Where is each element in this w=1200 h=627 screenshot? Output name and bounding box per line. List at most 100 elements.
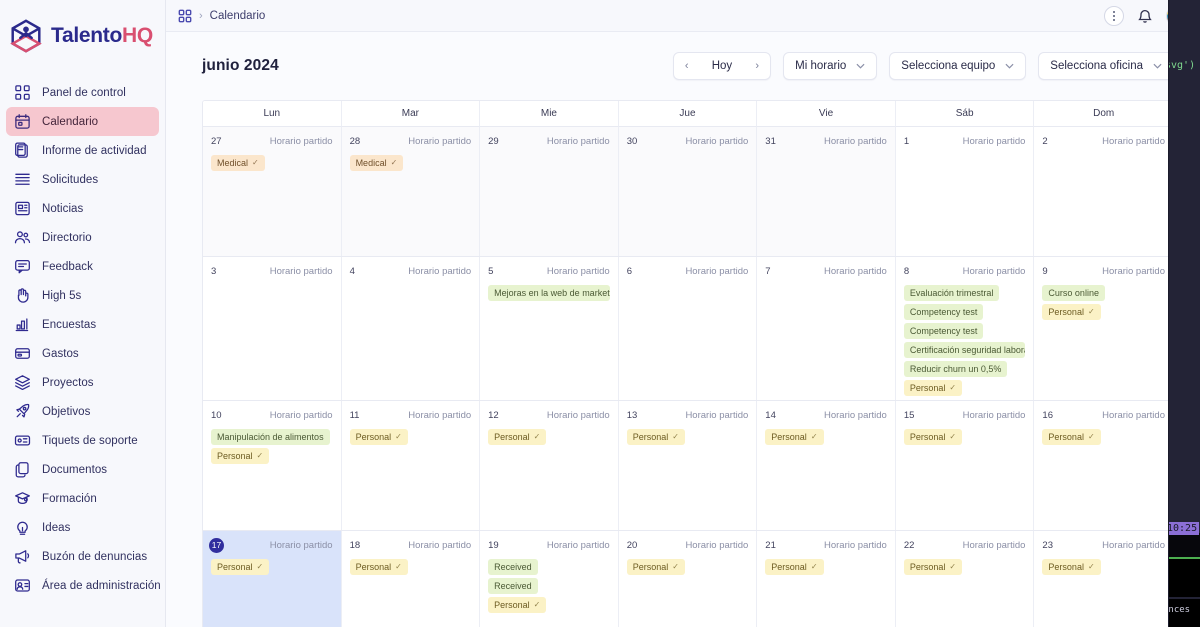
calendar-event-badge[interactable]: Personal ✓ [349,559,408,575]
grid-icon[interactable] [178,9,192,23]
sidebar-item-solicitudes[interactable]: Solicitudes [6,165,159,194]
calendar-day-cell[interactable]: 18 Horario partido Personal ✓ [341,531,481,627]
calendar-day-cell[interactable]: 22 Horario partido Personal ✓ [895,531,1035,627]
calendar-event-label: Medical [217,158,249,168]
sidebar-item-area-de-administracion[interactable]: Área de administración [6,571,161,600]
calendar-day-cell[interactable]: 27 Horario partido Medical ✓ [203,127,342,256]
office-select[interactable]: Selecciona oficina [1038,52,1174,80]
calendar-event-badge[interactable]: Personal ✓ [1042,559,1101,575]
calendar-day-cell[interactable]: 10 Horario partido Manipulación de aliment… [203,401,342,530]
calendar-event-badge[interactable]: Medical ✓ [349,155,404,171]
sidebar-item-panel-de-control[interactable]: Panel de control [6,78,159,107]
calendar-event-badge[interactable]: Personal ✓ [903,380,963,396]
today-button[interactable]: Hoy [700,60,744,72]
calendar-event-badge[interactable]: Certificación seguridad laboral [903,342,1026,358]
bell-icon[interactable] [1137,8,1153,24]
team-select[interactable]: Selecciona equipo [889,52,1027,80]
calendar-day-cell[interactable]: 9 Horario partido Curso online Personal ✓ [1034,257,1173,400]
day-number: 16 [1042,409,1053,421]
calendar-event-badge[interactable]: Personal ✓ [1042,304,1101,320]
sidebar-item-documentos[interactable]: Documentos [6,455,159,484]
sidebar-item-feedback[interactable]: Feedback [6,252,159,281]
calendar-event-badge[interactable]: Personal ✓ [211,559,270,575]
check-icon: ✓ [533,600,541,609]
calendar-day-cell[interactable]: 6 Horario partido [618,257,758,400]
sidebar-item-informe-de-actividad[interactable]: Informe de actividad [6,136,159,165]
calendar-event-badge[interactable]: Competency test [903,323,984,339]
breadcrumb-current[interactable]: Calendario [210,10,266,22]
calendar-event-badge[interactable]: Received [488,578,538,594]
calendar-event-badge[interactable]: Competency test [903,304,984,320]
calendar-event-badge[interactable]: Personal ✓ [765,429,824,445]
calendar-event-badge[interactable]: Mejoras en la web de marketing [488,285,610,301]
calendar-day-cell[interactable]: 30 Horario partido [618,127,758,256]
calendar-day-cell[interactable]: 3 Horario partido [203,257,342,400]
calendar-event-badge[interactable]: Received [488,559,538,575]
sidebar-item-label: Noticias [42,202,84,215]
calendar-day-cell[interactable]: 21 Horario partido Personal ✓ [757,531,896,627]
vertical-dots-icon[interactable] [1104,5,1124,26]
sidebar-item-objetivos[interactable]: Objetivos [6,397,159,426]
calendar-day-header: 1 Horario partido [904,134,1026,148]
calendar-day-cell[interactable]: 8 Horario partido Evaluación trimestral Com… [895,257,1035,400]
calendar-day-cell[interactable]: 17 Horario partido Personal ✓ [203,531,342,627]
sidebar-item-noticias[interactable]: Noticias [6,194,159,223]
calendar-event-badge[interactable]: Personal ✓ [626,559,685,575]
calendar-event-badge[interactable]: Manipulación de alimentos [211,429,330,445]
sidebar-item-ideas[interactable]: Ideas [6,513,159,542]
calendar-day-cell[interactable]: 15 Horario partido Personal ✓ [895,401,1035,530]
sidebar-item-tiquets-de-soporte[interactable]: Tiquets de soporte [6,426,159,455]
calendar-day-cell[interactable]: 28 Horario partido Medical ✓ [341,127,481,256]
calendar-day-cell[interactable]: 13 Horario partido Personal ✓ [618,401,758,530]
calendar-day-cell[interactable]: 7 Horario partido [757,257,896,400]
calendar-day-cell[interactable]: 11 Horario partido Personal ✓ [341,401,481,530]
sidebar-item-encuestas[interactable]: Encuestas [6,310,159,339]
calendar-event-badge[interactable]: Personal ✓ [903,559,963,575]
check-icon: ✓ [390,158,398,167]
calendar-day-cell[interactable]: 16 Horario partido Personal ✓ [1034,401,1173,530]
day-number: 14 [765,409,776,421]
calendar-day-cell[interactable]: 19 Horario partido Received Received Persona… [480,531,619,627]
shift-label: Horario partido [269,409,333,421]
calendar-event-badge[interactable]: Personal ✓ [765,559,824,575]
brand-logo[interactable]: TalentoHQ [0,0,165,72]
sidebar-item-high-5s[interactable]: High 5s [6,281,159,310]
calendar-event-badge[interactable]: Evaluación trimestral [903,285,1000,301]
calendar-event-badge[interactable]: Personal ✓ [626,429,685,445]
schedule-select[interactable]: Mi horario [783,52,878,80]
calendar-day-cell[interactable]: 20 Horario partido Personal ✓ [618,531,758,627]
calendar-day-cell[interactable]: 14 Horario partido Personal ✓ [757,401,896,530]
calendar-day-header: 10 Horario partido [211,408,333,422]
calendar-event-badge[interactable]: Medical ✓ [211,155,265,171]
calendar-day-cell[interactable]: 4 Horario partido [341,257,481,400]
prev-period-button[interactable]: ‹ [674,53,700,79]
sidebar-item-formacion[interactable]: Formación [6,484,159,513]
calendar-event-badge[interactable]: Reducir churn un 0,5% [903,361,1008,377]
calendar-event-badge[interactable]: Personal ✓ [211,448,270,464]
calendar-event-badge[interactable]: Curso online [1042,285,1105,301]
sidebar-item-buzon-de-denuncias[interactable]: Buzón de denuncias [6,542,159,571]
calendar-event-badge[interactable]: Personal ✓ [349,429,408,445]
calendar-day-cell[interactable]: 31 Horario partido [757,127,896,256]
calendar-event-badge[interactable]: Personal ✓ [488,429,547,445]
calendar-day-cell[interactable]: 5 Horario partido Mejoras en la web de mar… [480,257,619,400]
calendar-day-cell[interactable]: 12 Horario partido Personal ✓ [480,401,619,530]
calendar-day-cell[interactable]: 2 Horario partido [1034,127,1173,256]
calendar-day-cell[interactable]: 23 Horario partido Personal ✓ [1034,531,1173,627]
calendar-event-list: Received Received Personal ✓ [488,559,610,613]
sidebar-item-gastos[interactable]: Gastos [6,339,159,368]
brand-name-part1: Talento [51,24,123,47]
calendar-day-header: 5 Horario partido [488,264,610,278]
sidebar-item-label: High 5s [42,289,82,302]
calendar-day-cell[interactable]: 29 Horario partido [480,127,619,256]
sidebar-item-label: Objetivos [42,405,91,418]
sidebar-item-calendario[interactable]: Calendario [6,107,159,136]
calendar-event-badge[interactable]: Personal ✓ [903,429,963,445]
shift-label: Horario partido [269,539,333,551]
calendar-event-badge[interactable]: Personal ✓ [1042,429,1101,445]
sidebar-item-proyectos[interactable]: Proyectos [6,368,159,397]
next-period-button[interactable]: › [744,53,770,79]
calendar-day-cell[interactable]: 1 Horario partido [895,127,1035,256]
calendar-event-badge[interactable]: Personal ✓ [488,597,547,613]
sidebar-item-directorio[interactable]: Directorio [6,223,159,252]
